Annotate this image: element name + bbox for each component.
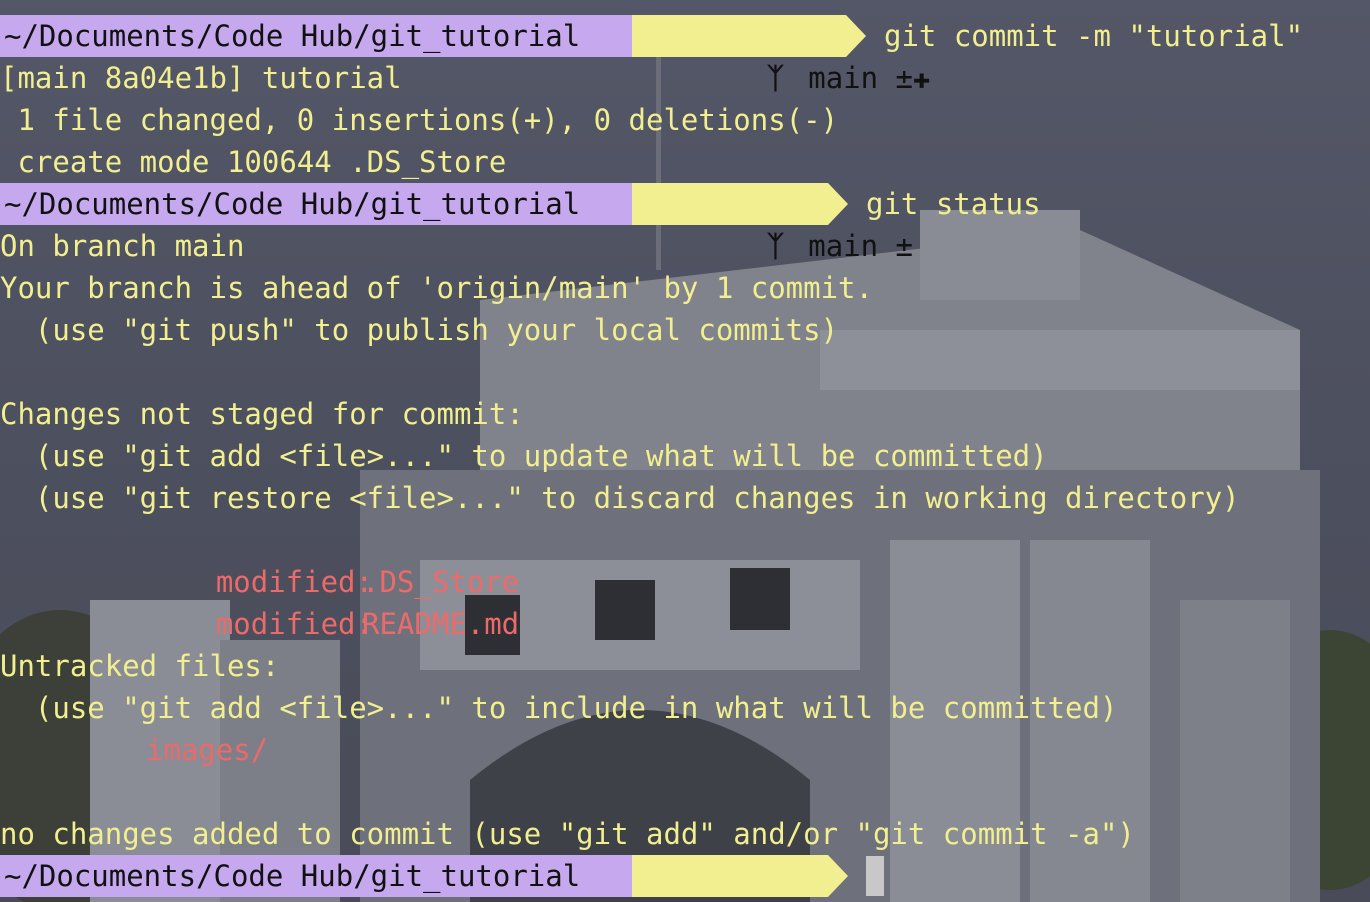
output-line: Untracked files:	[0, 649, 280, 683]
modified-filename: README.md	[362, 607, 520, 641]
terminal-window[interactable]: ~/Documents/Code Hub/git_tutorial ᛉ main…	[0, 0, 1370, 902]
branch-name: main	[808, 61, 879, 95]
output-line: (use "git push" to publish your local co…	[0, 313, 839, 347]
output-line: create mode 100644 .DS_Store	[0, 145, 507, 179]
output-line: Changes not staged for commit:	[0, 397, 524, 431]
modified-file-row: modified: README.md	[146, 561, 519, 641]
output-line: (use "git add <file>..." to update what …	[0, 439, 1048, 473]
modified-label: modified:	[215, 607, 373, 641]
output-line: no changes added to commit (use "git add…	[0, 817, 1135, 851]
output-line: Your branch is ahead of 'origin/main' by…	[0, 271, 873, 305]
prompt-git-segment: ᛉ main ±	[632, 855, 913, 902]
git-branch-icon: ᛉ	[766, 229, 785, 263]
untracked-filename: images/	[146, 733, 269, 767]
git-status-indicator: ±✚	[895, 61, 931, 95]
prompt-directory: ~/Documents/Code Hub/git_tutorial	[0, 15, 632, 57]
powerline-separator	[828, 855, 848, 897]
output-line: (use "git add <file>..." to include in w…	[0, 691, 1118, 725]
modified-filename: .DS_Store	[362, 565, 520, 599]
git-status-indicator: ±	[895, 229, 914, 263]
git-branch-icon: ᛉ	[767, 897, 791, 902]
prompt-directory: ~/Documents/Code Hub/git_tutorial	[0, 183, 632, 225]
powerline-separator	[828, 183, 848, 225]
prompt-git-segment: ᛉ main ±✚	[632, 15, 930, 95]
git-branch-icon: ᛉ	[766, 61, 785, 95]
prompt-git-segment: ᛉ main ±	[632, 183, 913, 263]
output-line: 1 file changed, 0 insertions(+), 0 delet…	[0, 103, 839, 137]
command-text: git commit -m "tutorial"	[884, 19, 1304, 53]
modified-file-row: modified: .DS_Store	[146, 519, 519, 599]
output-line: [main 8a04e1b] tutorial	[0, 61, 402, 95]
powerline-separator	[846, 15, 866, 57]
prompt-directory: ~/Documents/Code Hub/git_tutorial	[0, 855, 632, 897]
command-text: git status	[866, 187, 1041, 221]
output-line: On branch main	[0, 229, 245, 263]
text-cursor[interactable]	[866, 856, 884, 896]
output-line: (use "git restore <file>..." to discard …	[0, 481, 1240, 515]
branch-name: main	[808, 229, 879, 263]
